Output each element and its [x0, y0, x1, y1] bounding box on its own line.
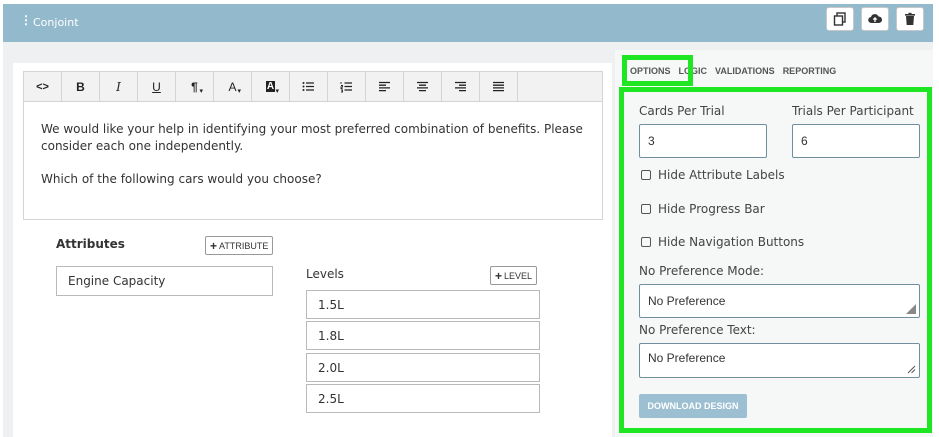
font-color-button[interactable]: A ▾	[214, 72, 252, 101]
question-prompt: Which of the following cars would you ch…	[41, 172, 322, 186]
rich-text-toolbar: <> B I U ¶ ▾ A ▾ A ▾	[23, 71, 603, 102]
font-color-icon: A	[228, 79, 237, 94]
copy-icon	[833, 12, 846, 26]
background-color-icon: A	[265, 81, 276, 92]
align-right-button[interactable]	[442, 72, 480, 101]
code-view-icon: <>	[36, 80, 49, 93]
level-item[interactable]: 1.8L	[306, 321, 540, 350]
window-title: Conjoint	[33, 16, 79, 29]
question-paragraph: We would like your help in identifying y…	[41, 122, 583, 153]
title-bar: ⋮ Conjoint	[3, 4, 933, 42]
numbered-list-button[interactable]	[328, 72, 366, 101]
align-left-button[interactable]	[366, 72, 404, 101]
numbered-list-icon	[340, 82, 352, 93]
paragraph-icon: ¶	[191, 79, 198, 94]
cloud-upload-icon	[868, 14, 882, 24]
paragraph-format-button[interactable]: ¶ ▾	[176, 72, 214, 101]
justify-icon	[493, 81, 504, 92]
question-text-editor[interactable]: We would like your help in identifying y…	[23, 101, 603, 220]
justify-button[interactable]	[480, 72, 518, 101]
bold-button[interactable]: B	[62, 72, 100, 101]
add-level-button[interactable]: + LEVEL	[490, 266, 538, 285]
add-attribute-button[interactable]: + ATTRIBUTE	[205, 236, 274, 255]
levels-heading: Levels	[306, 267, 344, 281]
drag-handle-icon[interactable]: ⋮	[20, 14, 32, 26]
underline-icon: U	[152, 79, 161, 94]
level-item[interactable]: 2.0L	[306, 353, 540, 382]
bold-icon: B	[76, 79, 85, 94]
code-view-button[interactable]: <>	[24, 72, 62, 101]
tab-reporting[interactable]: REPORTING	[783, 66, 837, 76]
italic-icon: I	[116, 79, 121, 94]
add-attribute-label: ATTRIBUTE	[219, 240, 269, 251]
tab-validations[interactable]: VALIDATIONS	[715, 66, 775, 76]
add-level-label: LEVEL	[504, 270, 533, 281]
underline-button[interactable]: U	[138, 72, 176, 101]
align-left-icon	[379, 81, 390, 92]
cloud-upload-button[interactable]	[861, 7, 889, 31]
level-item[interactable]: 2.5L	[306, 384, 540, 413]
attributes-heading: Attributes	[56, 237, 125, 251]
trash-icon	[905, 12, 915, 25]
options-highlight-box	[619, 87, 932, 433]
align-right-icon	[455, 81, 466, 92]
plus-icon: +	[495, 268, 503, 283]
align-center-icon	[417, 81, 428, 92]
copy-button[interactable]	[826, 7, 854, 31]
background-color-button[interactable]: A ▾	[252, 72, 290, 101]
delete-button[interactable]	[896, 7, 924, 31]
level-item[interactable]: 1.5L	[306, 290, 540, 319]
bullet-list-icon	[302, 82, 314, 91]
bullet-list-button[interactable]	[290, 72, 328, 101]
align-center-button[interactable]	[404, 72, 442, 101]
tab-highlight-box	[622, 55, 693, 86]
attribute-item[interactable]: Engine Capacity	[56, 266, 273, 296]
italic-button[interactable]: I	[100, 72, 138, 101]
plus-icon: +	[210, 238, 218, 253]
